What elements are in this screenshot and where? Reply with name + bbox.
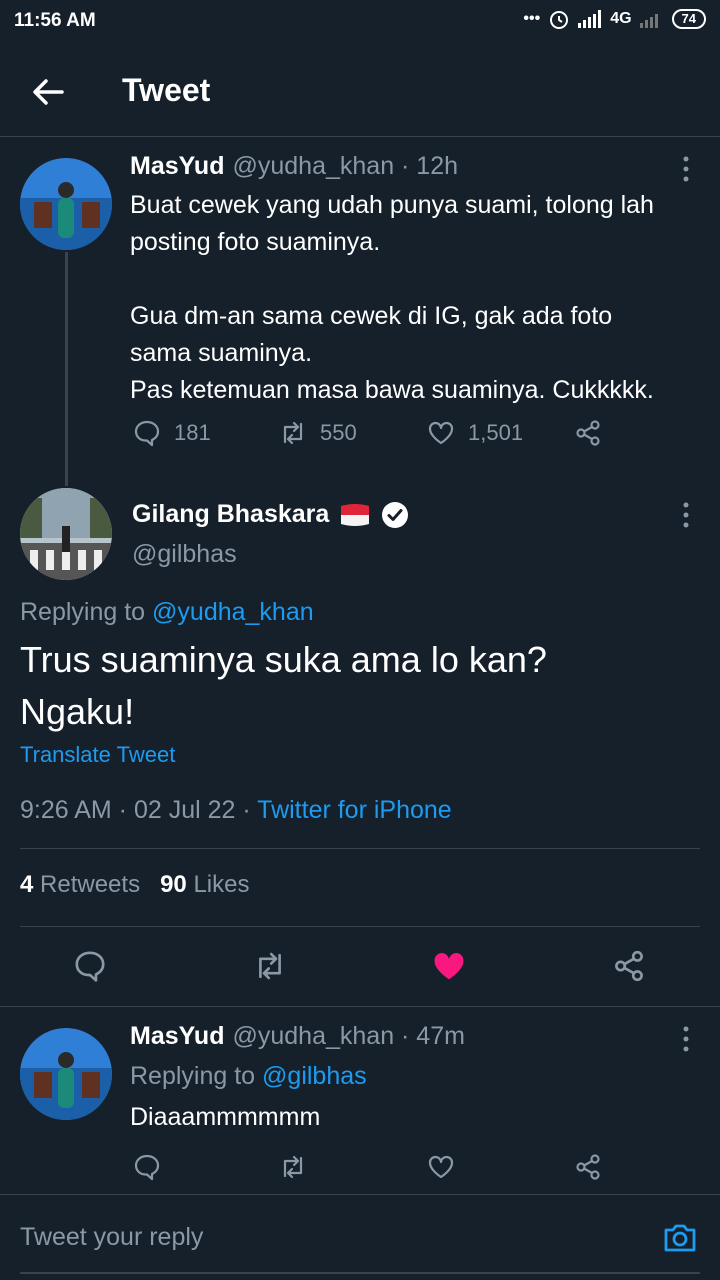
likes-count: 90	[160, 871, 187, 898]
tweet-timestamp: 9:26 AM · 02 Jul 22 ·	[20, 796, 258, 824]
avatar[interactable]	[20, 1028, 112, 1120]
retweets-stat[interactable]: 4 Retweets	[20, 871, 140, 899]
share-icon[interactable]	[573, 1152, 603, 1182]
tweet-meta: 9:26 AM · 02 Jul 22 · Twitter for iPhone	[20, 796, 452, 825]
author-handle: @yudha_khan · 47m	[232, 1022, 465, 1050]
liked-heart-icon[interactable]	[431, 948, 467, 984]
section-divider	[0, 1006, 720, 1007]
main-tweet-text: Trus suaminya suka ama lo kan? Ngaku!	[20, 639, 547, 732]
network-type: 4G	[610, 10, 632, 27]
header-divider	[0, 136, 720, 137]
parent-tweet-header: MasYud @yudha_khan · 12h	[130, 152, 458, 181]
likes-stat[interactable]: 90 Likes	[160, 871, 249, 899]
stats-divider-top	[20, 848, 700, 849]
translate-tweet-link[interactable]: Translate Tweet	[20, 742, 175, 768]
more-options-icon[interactable]	[676, 1024, 696, 1054]
tweet-stats: 4 Retweets 90 Likes	[20, 871, 249, 899]
stats-divider-bottom	[20, 926, 700, 927]
share-icon	[576, 420, 600, 446]
replying-to: Replying to @yudha_khan	[20, 598, 314, 627]
camera-icon[interactable]	[660, 1218, 700, 1258]
verified-badge-icon	[382, 501, 409, 528]
reply-count: 181	[174, 420, 211, 445]
retweet-button[interactable]: 550	[278, 418, 357, 448]
replying-label: Replying to	[20, 598, 153, 626]
author-name[interactable]: Gilang Bhaskara	[132, 500, 329, 529]
replying-handle-link[interactable]: @gilbhas	[262, 1062, 367, 1090]
author-handle: @yudha_khan · 12h	[232, 152, 459, 180]
more-dots-icon: •••	[523, 10, 541, 27]
retweet-icon[interactable]	[278, 1152, 308, 1182]
like-count: 1,501	[468, 420, 524, 445]
avatar[interactable]	[20, 158, 112, 250]
reply-icon	[134, 420, 160, 447]
like-button[interactable]: 1,501	[426, 418, 523, 448]
replying-handle-link[interactable]: @yudha_khan	[152, 598, 314, 626]
author-name[interactable]: MasYud	[130, 152, 224, 181]
heart-icon[interactable]	[426, 1152, 456, 1182]
thread-line	[65, 252, 68, 486]
share-icon[interactable]	[611, 948, 647, 984]
tweet-source-link[interactable]: Twitter for iPhone	[257, 796, 452, 824]
share-button[interactable]	[573, 418, 603, 448]
retweets-label: Retweets	[40, 871, 141, 898]
status-icons: ••• 4G 74	[523, 8, 706, 30]
alarm-icon	[550, 11, 569, 29]
reply-button[interactable]: 181	[132, 418, 211, 448]
battery-icon: 74	[671, 9, 706, 29]
retweet-count: 550	[320, 420, 357, 445]
back-arrow-icon[interactable]	[28, 72, 68, 112]
indonesia-flag-icon	[341, 503, 370, 526]
status-time: 11:56 AM	[14, 10, 96, 31]
author-handle: @gilbhas	[132, 540, 237, 568]
reply-input[interactable]: Tweet your reply	[20, 1223, 203, 1252]
more-options-icon[interactable]	[676, 154, 696, 184]
heart-icon	[428, 421, 454, 445]
tweet-text: Diaaammmmmm	[130, 1103, 321, 1131]
reply-icon[interactable]	[132, 1152, 162, 1182]
replying-to: Replying to @gilbhas	[130, 1062, 367, 1091]
retweet-icon[interactable]	[252, 948, 288, 984]
avatar[interactable]	[20, 488, 112, 580]
tweet-text: Buat cewek yang udah punya suami, tolong…	[130, 191, 654, 404]
main-tweet-author[interactable]: Gilang Bhaskara	[132, 500, 409, 529]
retweets-count: 4	[20, 871, 34, 898]
reply-icon[interactable]	[72, 948, 108, 984]
signal-icon	[578, 10, 602, 28]
signal-weak-icon	[639, 14, 658, 28]
input-underline	[20, 1272, 700, 1274]
replying-label: Replying to	[130, 1062, 263, 1090]
reply-tweet-header: MasYud @yudha_khan · 47m	[130, 1022, 465, 1051]
author-name[interactable]: MasYud	[130, 1022, 224, 1051]
more-options-icon[interactable]	[676, 500, 696, 530]
composer-divider	[0, 1194, 720, 1195]
retweet-icon	[283, 421, 303, 445]
likes-label: Likes	[193, 871, 250, 898]
page-title: Tweet	[122, 72, 211, 108]
